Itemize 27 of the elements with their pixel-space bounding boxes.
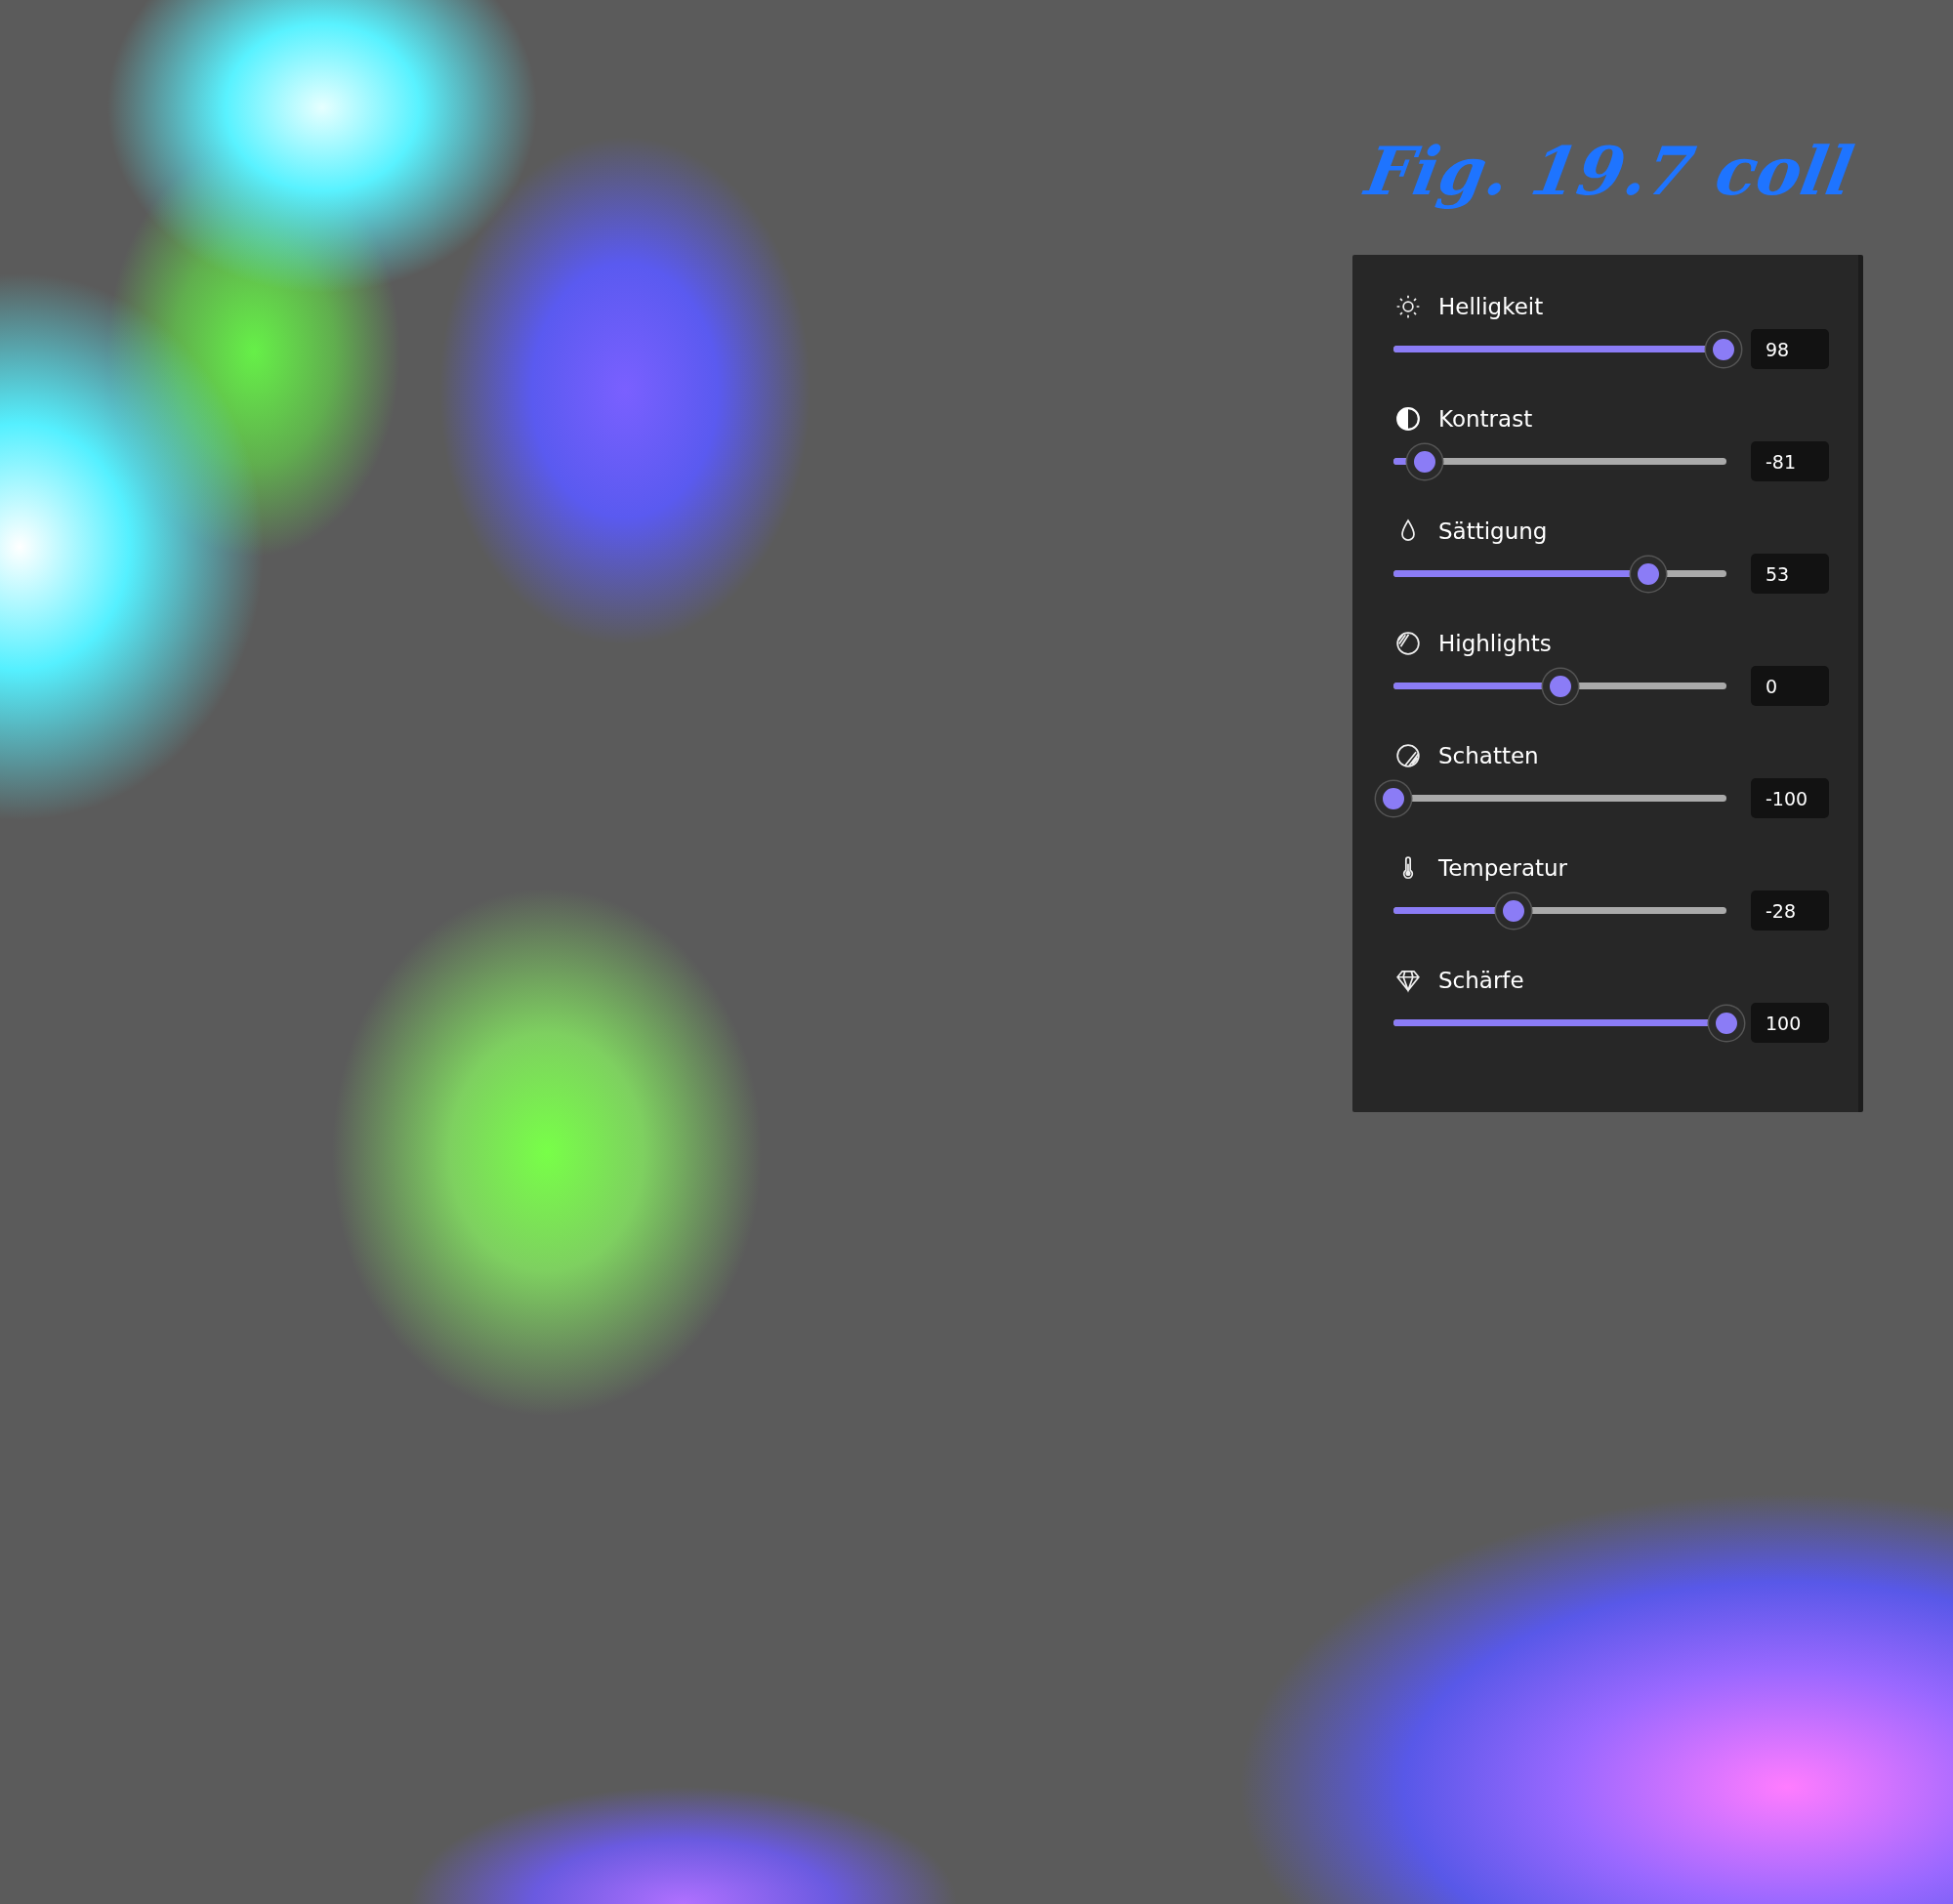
diamond-icon xyxy=(1395,968,1421,993)
adjustment-label: Kontrast xyxy=(1438,406,1533,432)
slider-thumb[interactable] xyxy=(1709,1005,1744,1041)
value-field[interactable]: 100 xyxy=(1751,1003,1829,1043)
value-field[interactable]: -100 xyxy=(1751,778,1829,818)
adjustment-label: Sättigung xyxy=(1438,518,1548,544)
highlights-icon xyxy=(1395,631,1421,656)
adjustment-label: Schärfe xyxy=(1438,968,1524,993)
slider-thumb[interactable] xyxy=(1705,331,1741,367)
adjustment-label: Schatten xyxy=(1438,743,1539,768)
value-field[interactable]: -28 xyxy=(1751,890,1829,931)
contrast-icon xyxy=(1395,406,1421,432)
value-field[interactable]: -81 xyxy=(1751,441,1829,481)
shadows-icon xyxy=(1395,743,1421,768)
adjustment-label: Temperatur xyxy=(1438,855,1568,881)
slider-thumb[interactable] xyxy=(1542,668,1578,704)
adjustment-label: Highlights xyxy=(1438,631,1552,656)
value-field[interactable]: 53 xyxy=(1751,554,1829,594)
value-field[interactable]: 98 xyxy=(1751,329,1829,369)
slider-thumb[interactable] xyxy=(1495,892,1531,929)
slider-thumb[interactable] xyxy=(1630,556,1666,592)
adjustment-label: Helligkeit xyxy=(1438,294,1544,319)
sun-icon xyxy=(1395,294,1421,319)
slider-thumb[interactable] xyxy=(1407,443,1443,479)
slider-thumb[interactable] xyxy=(1376,780,1411,816)
value-field[interactable]: 0 xyxy=(1751,666,1829,706)
handwritten-note: Fig. 19.7 coll xyxy=(1359,132,1859,210)
